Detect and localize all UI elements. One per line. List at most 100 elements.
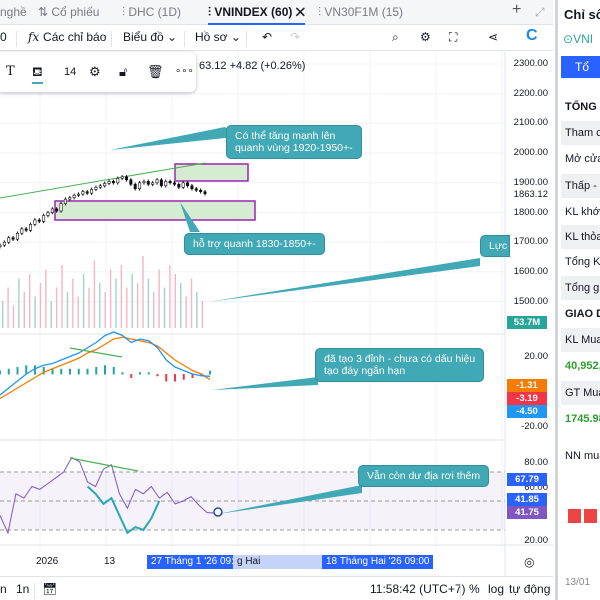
histogram-tag: -4.50 [507, 405, 547, 418]
tab-dhc[interactable]: ⫶ DHC (1D) [122, 5, 181, 20]
rsi-tag: 67.79 [507, 473, 547, 486]
stat-row: Tổng gia [561, 276, 600, 300]
auto-toggle[interactable]: tự động [509, 582, 550, 596]
font-size-button[interactable]: 14 [64, 66, 76, 78]
calendar-icon[interactable]: 📅︎ [42, 582, 57, 596]
foreign-bar [568, 509, 581, 523]
foreign-buy-label: NN mua [565, 450, 600, 462]
candle [172, 182, 176, 185]
volume-bar [61, 265, 63, 328]
redo-icon[interactable]: ↷ [290, 30, 300, 44]
candle [11, 237, 15, 240]
tab-nganh[interactable]: nghề [0, 5, 27, 19]
volume-bar [99, 283, 101, 328]
volume-bar [109, 269, 112, 328]
undo-icon[interactable]: ↶ [262, 30, 272, 44]
macd-histogram-bar [0, 370, 1, 375]
note-upside[interactable]: Có thể tăng mạnh lên quanh vùng 1920-195… [226, 125, 362, 159]
note-rsi[interactable]: Vẫn còn dư địa rơi thêm [358, 465, 490, 487]
add-tab-icon[interactable]: + [512, 1, 521, 19]
clock-label: 11:58:42 (UTC+7) [370, 582, 466, 596]
volume-bar [7, 287, 9, 328]
volume-bar [158, 269, 160, 328]
stat-row: KL thỏa [561, 225, 600, 249]
text-icon[interactable]: T [6, 64, 15, 79]
fullscreen-icon[interactable]: ⛶ [449, 30, 457, 45]
gear-icon[interactable]: ⚙ [420, 30, 431, 44]
time-range-start[interactable]: 27 Tháng 1 '26 09:00 [147, 555, 233, 569]
macd-histogram-bar [121, 372, 124, 375]
candle [203, 191, 207, 195]
note-support[interactable]: hỗ trợ quanh 1830-1850+- [184, 233, 325, 255]
macd-histogram-bar [104, 365, 106, 375]
candle [2, 241, 6, 246]
indicators-button[interactable]: fx Các chỉ báo [28, 30, 106, 44]
close-tab-icon[interactable]: ✕ [296, 5, 305, 19]
candle [194, 188, 198, 191]
volume-bar [120, 265, 123, 328]
alert-icon[interactable]: ⌕ [392, 30, 399, 45]
trash-icon[interactable]: 🗑︎ [147, 64, 164, 80]
gear-icon[interactable]: ⚙ [89, 64, 101, 80]
price-axis-label: 1500.00 [513, 295, 548, 307]
price-axis-label: 2300.00 [513, 58, 548, 69]
percent-toggle[interactable]: % [469, 582, 480, 596]
candle [77, 193, 81, 196]
tab-vn30f1m[interactable]: ⫶ VN30F1M (15) [318, 5, 403, 20]
candle [72, 194, 76, 198]
expand-icon[interactable]: ⤢ [535, 5, 545, 20]
price-axis-label: 1800.00 [513, 206, 548, 218]
logo-icon: C [526, 27, 538, 44]
tab-co-phieu[interactable]: ⇅ Cổ phiếu [38, 5, 99, 19]
macd-histogram-bar [60, 368, 63, 375]
range-button[interactable]: 1n [16, 582, 29, 596]
candle [37, 219, 41, 222]
chart-toolbar: 0 fx Các chỉ báo Biểu đồ ⌄ Hồ sơ ⌄ ↶ ↷ ⌕… [0, 25, 553, 51]
interval-button[interactable]: 0 [0, 30, 7, 44]
candle [103, 183, 107, 187]
profile-button[interactable]: Hồ sơ ⌄ [195, 30, 241, 44]
chevron-down-icon: ⌄ [230, 30, 241, 44]
candle [151, 182, 155, 185]
fill-color-icon[interactable]: ⛾ [32, 64, 43, 84]
stat-row: Mở cửa [565, 153, 600, 165]
support-zone[interactable] [54, 200, 256, 221]
macd-histogram-bar [69, 368, 71, 375]
section-heading: TỔNG C [565, 101, 600, 113]
rsi-ma-tag: 41.75 [507, 506, 547, 519]
summary-button[interactable]: Tổ [561, 56, 600, 78]
candle [142, 181, 146, 184]
volume-bar [18, 278, 20, 328]
log-toggle[interactable]: log [488, 582, 504, 596]
candle [177, 183, 181, 188]
volume-bar [169, 265, 171, 328]
volume-bar [201, 301, 204, 328]
more-icon[interactable]: ∘∘∘ [175, 66, 194, 77]
time-label: 2026 [36, 556, 59, 567]
time-range-end[interactable]: 18 Tháng Hai '26 09:00 [322, 555, 434, 569]
unlock-icon[interactable]: 🔓︎ [119, 64, 127, 80]
candle [63, 198, 67, 204]
share-icon[interactable]: ⋖ [488, 30, 498, 44]
volume-tag: 53.7M [507, 316, 547, 329]
candle [68, 197, 72, 200]
symbol-selector[interactable]: ⊙VNI [563, 32, 593, 46]
bottom-bar: n 1n 📅︎ 11:58:42 (UTC+7) % log tự động [0, 576, 553, 600]
volume-bar [50, 301, 52, 328]
candle [124, 176, 128, 181]
macd-histogram-bar [86, 368, 89, 375]
note-volume[interactable]: Lực [480, 235, 510, 257]
chart-type-button[interactable]: Biểu đồ ⌄ [123, 30, 177, 44]
range-button[interactable]: n [0, 582, 7, 596]
volume-bar [196, 292, 198, 328]
stat-value: 1745.98 [565, 413, 600, 425]
rsi-anchor-point[interactable] [213, 507, 223, 517]
chevron-down-icon: ⌄ [167, 30, 178, 44]
settings-icon[interactable]: ◎ [524, 555, 534, 569]
candle [50, 208, 54, 213]
volume-bar [163, 287, 166, 328]
note-macd[interactable]: đã tạo 3 đỉnh - chưa có dấu hiệu tạo đáy… [315, 348, 485, 382]
candle [168, 181, 172, 184]
tab-vnindex[interactable]: ⫶ VNINDEX (60) ✕ [208, 5, 305, 25]
price-legend: 63.12 +4.82 (+0.26%) [199, 60, 306, 72]
